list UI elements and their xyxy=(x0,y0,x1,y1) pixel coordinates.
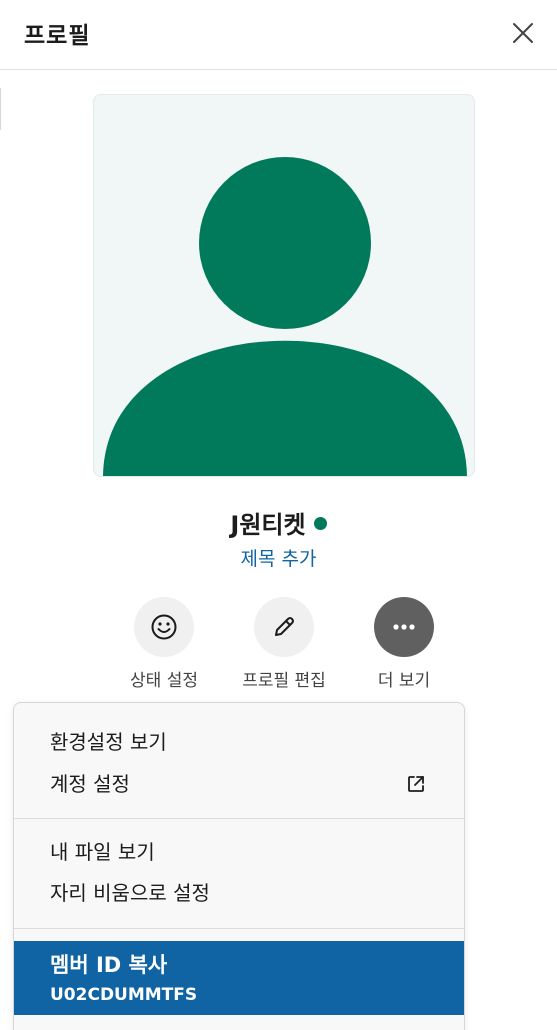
set-away-label: 자리 비움으로 설정 xyxy=(50,881,210,905)
close-button[interactable] xyxy=(507,17,539,49)
view-my-files-label: 내 파일 보기 xyxy=(50,840,155,864)
page-title: 프로필 xyxy=(24,23,91,49)
pencil-icon xyxy=(275,617,294,636)
set-status-button[interactable] xyxy=(134,597,194,657)
more-label: 더 보기 xyxy=(377,671,431,691)
view-preferences-item[interactable]: 환경설정 보기 xyxy=(14,722,464,762)
edit-profile-label: 프로필 편집 xyxy=(242,671,326,691)
view-preferences-label: 환경설정 보기 xyxy=(50,730,167,754)
avatar[interactable] xyxy=(93,94,475,477)
close-icon xyxy=(513,23,533,43)
member-id-value: U02CDUMMTFS xyxy=(50,985,198,1005)
panel-edge xyxy=(0,88,1,130)
menu-divider xyxy=(14,928,464,929)
more-dots-icon xyxy=(393,624,415,630)
profile-header: 프로필 xyxy=(0,0,557,70)
menu-divider xyxy=(14,818,464,819)
set-status-label: 상태 설정 xyxy=(130,671,198,691)
copy-member-id-item[interactable]: 멤버 ID 복사 U02CDUMMTFS xyxy=(14,941,464,1015)
copy-member-id-label: 멤버 ID 복사 xyxy=(50,953,168,977)
profile-name: J원티켓 xyxy=(230,511,306,539)
more-button[interactable] xyxy=(374,597,434,657)
view-my-files-item[interactable]: 내 파일 보기 xyxy=(14,832,464,872)
set-away-item[interactable]: 자리 비움으로 설정 xyxy=(14,873,464,913)
external-link-icon xyxy=(408,776,424,792)
presence-indicator xyxy=(313,517,327,530)
set-status-action: 상태 설정 xyxy=(109,597,219,691)
more-menu: 환경설정 보기 계정 설정 내 파일 보기 자리 비움으로 설정 멤버 ID 복… xyxy=(13,702,465,1030)
default-avatar-icon xyxy=(103,157,467,476)
edit-profile-action: 프로필 편집 xyxy=(229,597,339,691)
account-settings-label: 계정 설정 xyxy=(50,772,130,796)
smile-icon xyxy=(151,614,177,640)
add-title-link[interactable]: 제목 추가 xyxy=(0,544,557,571)
profile-name-row: J원티켓 xyxy=(0,505,557,539)
edit-profile-button[interactable] xyxy=(254,597,314,657)
more-action: 더 보기 xyxy=(349,597,459,691)
account-settings-item[interactable]: 계정 설정 xyxy=(14,764,464,804)
